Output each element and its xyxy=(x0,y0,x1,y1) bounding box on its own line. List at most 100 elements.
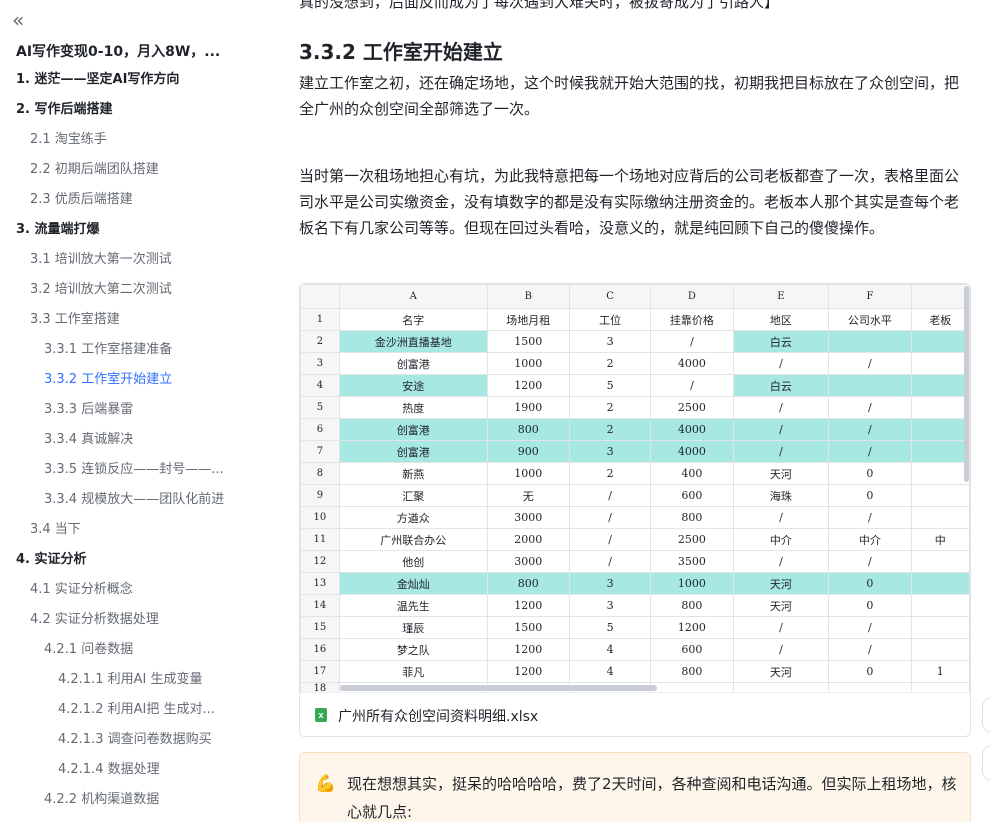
outline-item[interactable]: 3.3.1 工作室搭建准备 xyxy=(0,335,262,365)
row-number: 16 xyxy=(300,638,340,661)
table-cell: 方遒众 xyxy=(338,506,488,529)
table-cell: 1200 xyxy=(650,616,734,639)
table-cell: 菲凡 xyxy=(338,660,488,683)
table-row: 9 汇聚无/600 海珠 0 xyxy=(300,484,970,507)
table-cell: / xyxy=(828,396,912,419)
double-chevron-left-icon[interactable]: « xyxy=(12,10,34,32)
table-cell: 2 xyxy=(568,352,652,375)
outline-item[interactable]: 4.2 实证分析数据处理 xyxy=(0,605,262,635)
outline-item[interactable]: 4.2.1.4 数据处理 xyxy=(0,755,262,785)
table-cell: / xyxy=(732,616,830,639)
spreadsheet-attachment[interactable]: A B C D E F 1 名字 场地月租 工位 挂靠价格 地区 公司水平 老板 2 金沙洲直播基地 1500 3… xyxy=(299,283,971,737)
table-cell: / xyxy=(732,352,830,375)
table-cell: 400 xyxy=(650,462,734,485)
floating-action-button[interactable] xyxy=(982,697,990,733)
outline-item[interactable]: 2.2 初期后端团队搭建 xyxy=(0,155,262,185)
outline-item[interactable]: 1. 迷茫——坚定AI写作方向 xyxy=(0,65,262,95)
table-row: 17 菲凡 1200 4 800 天河 0 1 xyxy=(300,660,970,683)
table-cell: 中 xyxy=(910,528,970,551)
table-cell xyxy=(732,682,830,692)
table-cell xyxy=(910,682,970,692)
outline-item[interactable]: 2.3 优质后端搭建 xyxy=(0,185,262,215)
outline-item[interactable]: 4.2.1.3 调查问卷数据购买 xyxy=(0,725,262,755)
outline-item[interactable]: 4.2.2 机构渠道数据 xyxy=(0,785,262,815)
table-cell: 3000 xyxy=(486,506,570,529)
table-cell: / xyxy=(828,638,912,661)
table-cell xyxy=(910,616,970,639)
outline-item[interactable]: 3.3.4 规模放大——团队化前进 xyxy=(0,485,262,515)
outline-item[interactable]: 3. 流量端打爆 xyxy=(0,215,262,245)
outline-item[interactable]: 3.4 当下 xyxy=(0,515,262,545)
table-cell: 他创 xyxy=(338,550,488,573)
outline-item[interactable]: 3.3.5 连锁反应——封号——... xyxy=(0,455,262,485)
column-header-row: ABCDEF xyxy=(300,284,970,309)
xlsx-file-icon: x xyxy=(315,708,327,722)
column-letter: E xyxy=(732,284,830,309)
table-cell: 中介 xyxy=(828,528,912,551)
table-cell: 600 xyxy=(650,484,734,507)
horizontal-scrollbar[interactable] xyxy=(340,685,657,691)
outline-item[interactable]: 4.1 实证分析概念 xyxy=(0,575,262,605)
outline-item[interactable]: 3.3.3 后端暴雷 xyxy=(0,395,262,425)
table-cell: 1200 xyxy=(486,374,570,397)
outline-item[interactable]: 3.2 培训放大第二次测试 xyxy=(0,275,262,305)
table-row: 14 温先生 1200 3 800 天河 0 xyxy=(300,594,970,617)
outline-item[interactable]: 2.1 淘宝练手 xyxy=(0,125,262,155)
table-cell xyxy=(910,352,970,375)
table-cell: / xyxy=(828,506,912,529)
flexed-biceps-icon: 💪 xyxy=(315,774,337,794)
table-cell: / xyxy=(828,440,912,463)
table-cell: 3500 xyxy=(650,550,734,573)
spreadsheet-preview[interactable]: A B C D E F 1 名字 场地月租 工位 挂靠价格 地区 公司水平 老板 2 金沙洲直播基地 1500 3… xyxy=(300,284,970,692)
row-number: 12 xyxy=(300,550,340,573)
outline-item[interactable]: 4. 实证分析 xyxy=(0,545,262,575)
row-number: 5 xyxy=(300,396,340,419)
table-cell: 天河 xyxy=(732,572,830,595)
table-cell: 3000 xyxy=(486,550,570,573)
table-cell: 0 xyxy=(828,462,912,485)
table-cell: 白云 xyxy=(732,374,830,397)
outline-item[interactable]: 3.1 培训放大第一次测试 xyxy=(0,245,262,275)
outline-item[interactable]: 4.2.1 问卷数据 xyxy=(0,635,262,665)
file-bar[interactable]: x 广州所有众创空间资料明细.xlsx xyxy=(300,692,970,736)
row-number: 7 xyxy=(300,440,340,463)
outline-title[interactable]: AI写作变现0-10，月入8W，... xyxy=(16,41,248,61)
column-header: 老板 xyxy=(910,308,970,331)
table-row: 10 方遒众 3000/800// xyxy=(300,506,970,529)
table-cell: 3 xyxy=(568,594,652,617)
table-cell: 800 xyxy=(650,506,734,529)
column-letter xyxy=(910,284,970,309)
table-cell: / xyxy=(568,550,652,573)
table-row: 11 广州联合办公 2000/2500 中介 中介中 xyxy=(300,528,970,551)
table-cell: 4000 xyxy=(650,440,734,463)
table-row: 4 安途 1200 5/白云 xyxy=(300,374,970,397)
row-number: 2 xyxy=(300,330,340,353)
row-number: 1 xyxy=(300,308,340,331)
table-cell: 安途 xyxy=(338,374,488,397)
outline-list: 1. 迷茫——坚定AI写作方向 2. 写作后端搭建 2.1 淘宝练手 2.2 初期后端… xyxy=(0,65,262,815)
table-cell: 2000 xyxy=(486,528,570,551)
floating-action-button[interactable] xyxy=(982,745,990,781)
table-row: 3 创富港 1000 2 4000// xyxy=(300,352,970,375)
table-row: 12 他创 3000/3500// xyxy=(300,550,970,573)
column-header: 地区 xyxy=(732,308,830,331)
outline-item[interactable]: 2. 写作后端搭建 xyxy=(0,95,262,125)
outline-item[interactable]: 4.2.1.2 利用AI把 生成对... xyxy=(0,695,262,725)
table-cell: 0 xyxy=(828,594,912,617)
table-cell: 创富港 xyxy=(338,418,488,441)
outline-item[interactable]: 4.2.1.1 利用AI 生成变量 xyxy=(0,665,262,695)
table-cell: / xyxy=(828,616,912,639)
table-cell: 800 xyxy=(650,594,734,617)
vertical-scrollbar[interactable] xyxy=(964,286,969,482)
outline-item[interactable]: 3.3.2 工作室开始建立 xyxy=(0,365,262,395)
table-cell: 天河 xyxy=(732,660,830,683)
corner-cell xyxy=(300,284,340,309)
table-cell: 4000 xyxy=(650,418,734,441)
table-cell: 1500 xyxy=(486,616,570,639)
file-name[interactable]: 广州所有众创空间资料明细.xlsx xyxy=(338,706,538,726)
outline-item[interactable]: 3.3 工作室搭建 xyxy=(0,305,262,335)
table-cell: 2 xyxy=(568,396,652,419)
spreadsheet-grid: A B C D E F 1 名字 场地月租 工位 挂靠价格 地区 公司水平 老板 2 金沙洲直播基地 1500 3… xyxy=(300,284,970,692)
outline-item[interactable]: 3.3.4 真诚解决 xyxy=(0,425,262,455)
table-cell: 1500 xyxy=(486,330,570,353)
